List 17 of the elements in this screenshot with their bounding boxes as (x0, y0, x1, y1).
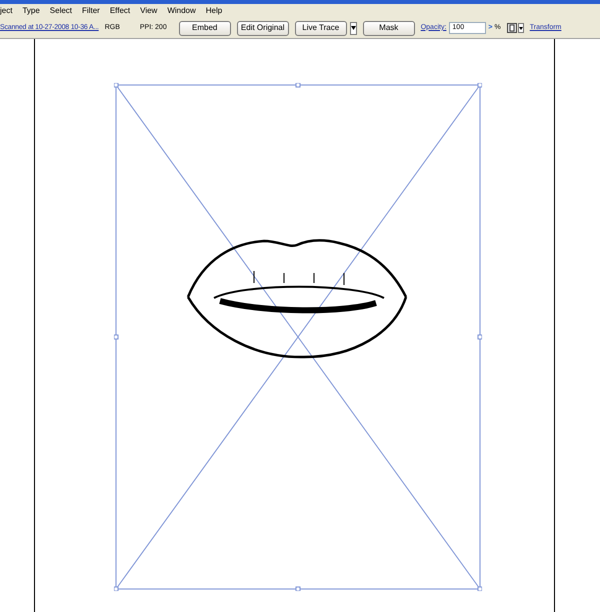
menu-item[interactable]: ject (0, 5, 12, 17)
live-trace-button[interactable]: Live Trace (294, 20, 347, 36)
menu-item[interactable]: Help (206, 5, 222, 17)
placed-image-drawing[interactable] (114, 83, 482, 591)
menu-item[interactable]: Select (50, 5, 72, 17)
menu-item[interactable]: View (140, 5, 158, 17)
toolbar-button[interactable]: Mask (362, 20, 415, 36)
caret-icon[interactable] (518, 23, 524, 33)
toolbar-button[interactable]: Embed (178, 20, 231, 36)
menu-item[interactable]: Window (167, 5, 196, 17)
align-icon[interactable] (506, 23, 517, 33)
caret-icon (350, 26, 356, 30)
dropdown-button[interactable] (350, 22, 357, 34)
menu-item[interactable]: Type (22, 5, 40, 17)
toolbar-button[interactable]: Edit Original (236, 20, 289, 36)
menu-item[interactable]: Filter (82, 5, 100, 17)
menu-item[interactable]: Effect (110, 5, 130, 17)
